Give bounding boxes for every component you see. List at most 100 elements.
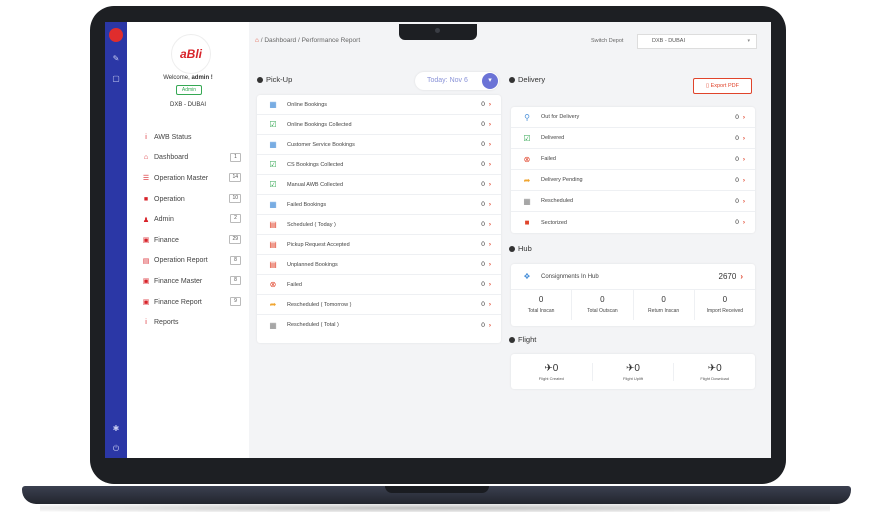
- sidebar-item-label: Admin: [154, 216, 174, 224]
- chevron-right-icon[interactable]: ›: [743, 135, 745, 142]
- list-item[interactable]: ⊗ Failed 0 ›: [511, 149, 755, 170]
- sidebar-item-finance-report[interactable]: ▣ Finance Report 9: [141, 292, 241, 313]
- list-item[interactable]: ▦ Customer Service Bookings 0 ›: [257, 135, 501, 155]
- row-label: Sectorized: [541, 219, 567, 226]
- chevron-right-icon[interactable]: ›: [489, 201, 491, 208]
- gear-icon[interactable]: ✱: [111, 424, 121, 433]
- gear-icon: [509, 245, 515, 252]
- check-icon: ☑: [269, 180, 277, 189]
- chevron-right-icon[interactable]: ›: [489, 281, 491, 288]
- grid-icon[interactable]: ▢: [111, 74, 121, 83]
- list-item[interactable]: ▦ Failed Bookings 0 ›: [257, 195, 501, 215]
- list-item[interactable]: ⊗ Failed 0 ›: [257, 275, 501, 295]
- sidebar-item-label: AWB Status: [154, 133, 192, 141]
- list-item[interactable]: ▦ Rescheduled 0 ›: [511, 191, 755, 212]
- chevron-right-icon[interactable]: ›: [743, 198, 745, 205]
- sidebar-item-count: 2: [230, 214, 241, 224]
- chevron-right-icon[interactable]: ›: [743, 156, 745, 163]
- chevron-right-icon[interactable]: ›: [743, 219, 745, 226]
- list-item[interactable]: ➦ Delivery Pending 0 ›: [511, 170, 755, 191]
- chevron-right-icon[interactable]: ›: [489, 241, 491, 248]
- chevron-right-icon[interactable]: ›: [489, 301, 491, 308]
- sidebar-item-awb-status[interactable]: i AWB Status: [141, 127, 241, 148]
- role-badge: Admin: [176, 85, 202, 95]
- sidebar-item-operation-report[interactable]: ▤ Operation Report 8: [141, 251, 241, 272]
- list-item[interactable]: ☑ Online Bookings Collected 0 ›: [257, 115, 501, 135]
- flight-stat-download[interactable]: ✈0 Flight Download: [674, 363, 755, 381]
- hub-stats: 0 Total Inscan 0 Total Outscan 0 Return Ins…: [511, 290, 755, 320]
- sidebar-item-finance-master[interactable]: ▣ Finance Master 8: [141, 271, 241, 292]
- list-item[interactable]: ▤ Scheduled ( Today ) 0 ›: [257, 215, 501, 235]
- list-item[interactable]: ☑ Manual AWB Collected 0 ›: [257, 175, 501, 195]
- list-item[interactable]: ▤ Unplanned Bookings 0 ›: [257, 255, 501, 275]
- sidebar-item-operation-master[interactable]: ☰ Operation Master 14: [141, 168, 241, 189]
- sidebar-item-reports[interactable]: i Reports: [141, 312, 241, 333]
- user-icon: ♟: [142, 216, 150, 224]
- delivery-card: ⚲ Out for Delivery 0 › ☑ Delivered 0 › ⊗ Failed…: [511, 107, 755, 233]
- row-label: Out for Delivery: [541, 114, 580, 120]
- brand-logo: aBli: [171, 34, 211, 74]
- sidebar-item-dashboard[interactable]: ⌂ Dashboard 1: [141, 148, 241, 169]
- delivery-title: Delivery: [509, 75, 545, 84]
- row-value: 0: [481, 121, 485, 128]
- list-item[interactable]: ▦ Online Bookings 0 ›: [257, 95, 501, 115]
- calendar-icon: ▤: [269, 220, 277, 229]
- pickup-title: Pick-Up: [257, 75, 292, 84]
- chevron-right-icon[interactable]: ›: [489, 221, 491, 228]
- list-item[interactable]: ■ Sectorized 0 ›: [511, 212, 755, 233]
- row-label: Delivered: [541, 135, 565, 141]
- chevron-right-icon[interactable]: ›: [489, 101, 491, 108]
- hub-consignments-row[interactable]: ❖ Consignments In Hub 2670 ›: [511, 264, 755, 290]
- check-icon: ☑: [269, 160, 277, 169]
- chevron-right-icon[interactable]: ›: [743, 114, 745, 121]
- sidebar-item-operation[interactable]: ■ Operation 10: [141, 189, 241, 210]
- row-value: 0: [735, 113, 739, 121]
- sidebar-item-finance[interactable]: ▣ Finance 29: [141, 230, 241, 251]
- chevron-right-icon[interactable]: ›: [489, 181, 491, 188]
- switch-depot-select[interactable]: DXB - DUBAI ▾: [637, 34, 757, 49]
- chevron-right-icon[interactable]: ›: [489, 121, 491, 128]
- flight-stat-uplift[interactable]: ✈0 Flight Uplift: [593, 362, 675, 381]
- sidebar-item-admin[interactable]: ♟ Admin 2: [141, 209, 241, 230]
- row-value: 0: [481, 241, 485, 248]
- row-label: Failed: [541, 156, 556, 162]
- sidebar-item-count: 10: [229, 193, 241, 203]
- list-item[interactable]: ▦ Rescheduled ( Total ) 0 ›: [257, 315, 501, 335]
- chevron-right-icon[interactable]: ›: [743, 177, 745, 184]
- calendar-icon: ▦: [269, 140, 277, 149]
- calendar-icon[interactable]: ▾: [482, 73, 498, 89]
- hub-stat-return-inscan[interactable]: 0 Return Inscan: [634, 290, 695, 320]
- power-icon[interactable]: ⏻: [111, 444, 121, 454]
- list-item[interactable]: ☑ Delivered 0 ›: [511, 128, 755, 149]
- report-icon: ▤: [142, 257, 150, 265]
- hub-stat-label: Import Received: [706, 308, 744, 314]
- date-picker[interactable]: Today: Nov 6 ▾: [415, 72, 499, 90]
- delivery-title-text: Delivery: [518, 75, 546, 84]
- row-value: 0: [481, 261, 485, 268]
- forward-arrow-icon: ➦: [269, 300, 277, 309]
- app-logo-icon[interactable]: [109, 28, 123, 42]
- chevron-right-icon[interactable]: ›: [489, 161, 491, 168]
- pin-icon[interactable]: ✎: [111, 54, 121, 63]
- hub-stat-value: 0: [538, 295, 544, 304]
- list-item[interactable]: ⚲ Out for Delivery 0 ›: [511, 107, 755, 128]
- chevron-right-icon[interactable]: ›: [740, 272, 743, 281]
- gear-icon: [509, 336, 515, 343]
- hub-title: Hub: [509, 244, 532, 253]
- list-item[interactable]: ➦ Rescheduled ( Tomorrow ) 0 ›: [257, 295, 501, 315]
- breadcrumb-dashboard[interactable]: Dashboard: [264, 37, 296, 44]
- chevron-right-icon[interactable]: ›: [489, 261, 491, 268]
- sidebar-menu: i AWB Status ⌂ Dashboard 1 ☰ Operation M…: [141, 127, 241, 333]
- home-icon[interactable]: ⌂: [255, 37, 259, 44]
- hub-stat-total-inscan[interactable]: 0 Total Inscan: [511, 290, 573, 320]
- chevron-right-icon[interactable]: ›: [489, 141, 491, 148]
- hub-stat-total-outscan[interactable]: 0 Total Outscan: [572, 290, 634, 320]
- list-item[interactable]: ▤ Pickup Request Accepted 0 ›: [257, 235, 501, 255]
- check-icon: ☑: [269, 120, 277, 129]
- chevron-right-icon[interactable]: ›: [489, 322, 491, 329]
- hub-stat-import-received[interactable]: 0 Import Received: [695, 290, 755, 320]
- list-item[interactable]: ☑ CS Bookings Collected 0 ›: [257, 155, 501, 175]
- flight-stat-created[interactable]: ✈0 Flight Created: [511, 362, 593, 381]
- export-pdf-button[interactable]: ▯ Export PDF: [693, 78, 752, 94]
- row-label: Online Bookings: [287, 101, 328, 108]
